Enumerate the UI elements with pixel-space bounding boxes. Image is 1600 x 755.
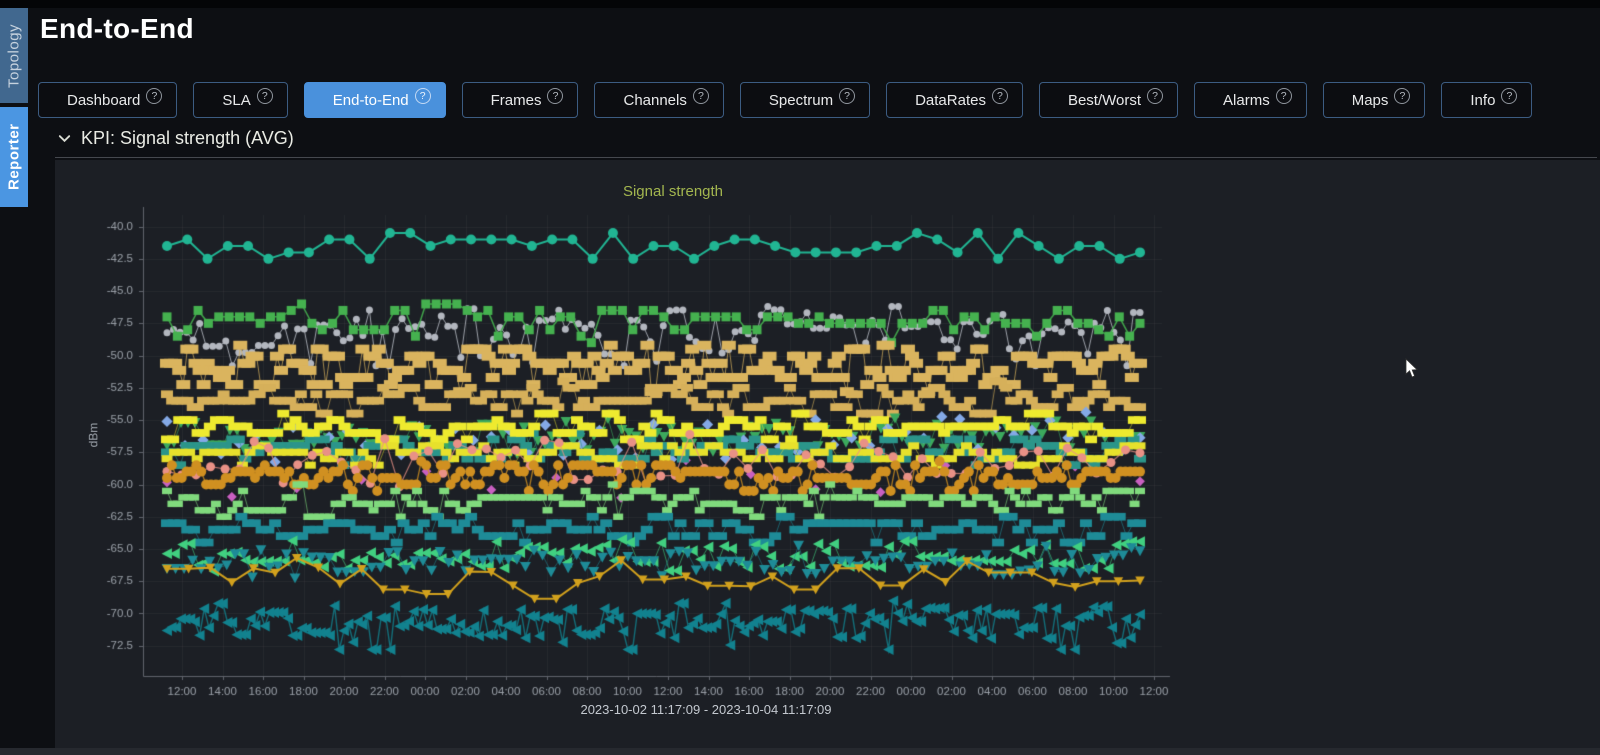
nav-tab-label: Spectrum [755,83,839,119]
nav-tab-spectrum[interactable]: Spectrum? [740,82,870,118]
help-icon[interactable]: ? [1147,88,1163,104]
top-edge [0,0,1600,8]
side-tab-reporter[interactable]: Reporter [0,107,28,207]
kpi-section-title: KPI: Signal strength (AVG) [81,128,294,149]
kpi-section-header[interactable]: KPI: Signal strength (AVG) [57,128,294,149]
help-icon[interactable]: ? [992,88,1008,104]
nav-tab-bar: Dashboard?SLA?End-to-End?Frames?Channels… [38,82,1532,118]
nav-tab-maps[interactable]: Maps? [1323,82,1426,118]
nav-tab-label: Dashboard [53,83,146,119]
help-icon[interactable]: ? [547,88,563,104]
side-tab-topology-label: Topology [6,23,23,87]
help-icon[interactable]: ? [1276,88,1292,104]
help-icon[interactable]: ? [1394,88,1410,104]
mouse-cursor [1405,358,1419,379]
side-tab-topology[interactable]: Topology [0,8,28,103]
help-icon[interactable]: ? [257,88,273,104]
help-icon[interactable]: ? [1501,88,1517,104]
signal-strength-chart[interactable] [55,160,1600,748]
chart-title: Signal strength [513,183,833,200]
horizontal-scrollbar-track[interactable] [0,748,1600,755]
nav-tab-dashboard[interactable]: Dashboard? [38,82,177,118]
x-axis-range-label: 2023-10-02 11:17:09 - 2023-10-04 11:17:0… [451,702,961,717]
nav-tab-label: Alarms [1209,83,1276,119]
nav-tab-label: End-to-End [319,83,415,119]
nav-tab-end-to-end[interactable]: End-to-End? [304,82,446,118]
nav-tab-info[interactable]: Info? [1441,82,1532,118]
nav-tab-datarates[interactable]: DataRates? [886,82,1023,118]
nav-tab-label: Maps [1338,83,1395,119]
section-divider [55,157,1597,158]
nav-tab-sla[interactable]: SLA? [193,82,287,118]
nav-tab-label: Channels [609,83,692,119]
nav-tab-frames[interactable]: Frames? [462,82,579,118]
page-title: End-to-End [40,13,194,45]
nav-tab-label: SLA [208,83,256,119]
nav-tab-label: Frames [477,83,548,119]
help-icon[interactable]: ? [146,88,162,104]
help-icon[interactable]: ? [693,88,709,104]
nav-tab-channels[interactable]: Channels? [594,82,723,118]
y-axis-label: dBm [86,423,100,448]
nav-tab-alarms[interactable]: Alarms? [1194,82,1307,118]
nav-tab-best-worst[interactable]: Best/Worst? [1039,82,1178,118]
help-icon[interactable]: ? [415,88,431,104]
chevron-down-icon[interactable] [57,131,72,146]
signal-strength-panel: Signal strength dBm 2023-10-02 11:17:09 … [55,160,1600,748]
nav-tab-label: DataRates [901,83,992,119]
nav-tab-label: Info [1456,83,1501,119]
side-tab-reporter-label: Reporter [6,124,23,191]
nav-tab-label: Best/Worst [1054,83,1147,119]
help-icon[interactable]: ? [839,88,855,104]
